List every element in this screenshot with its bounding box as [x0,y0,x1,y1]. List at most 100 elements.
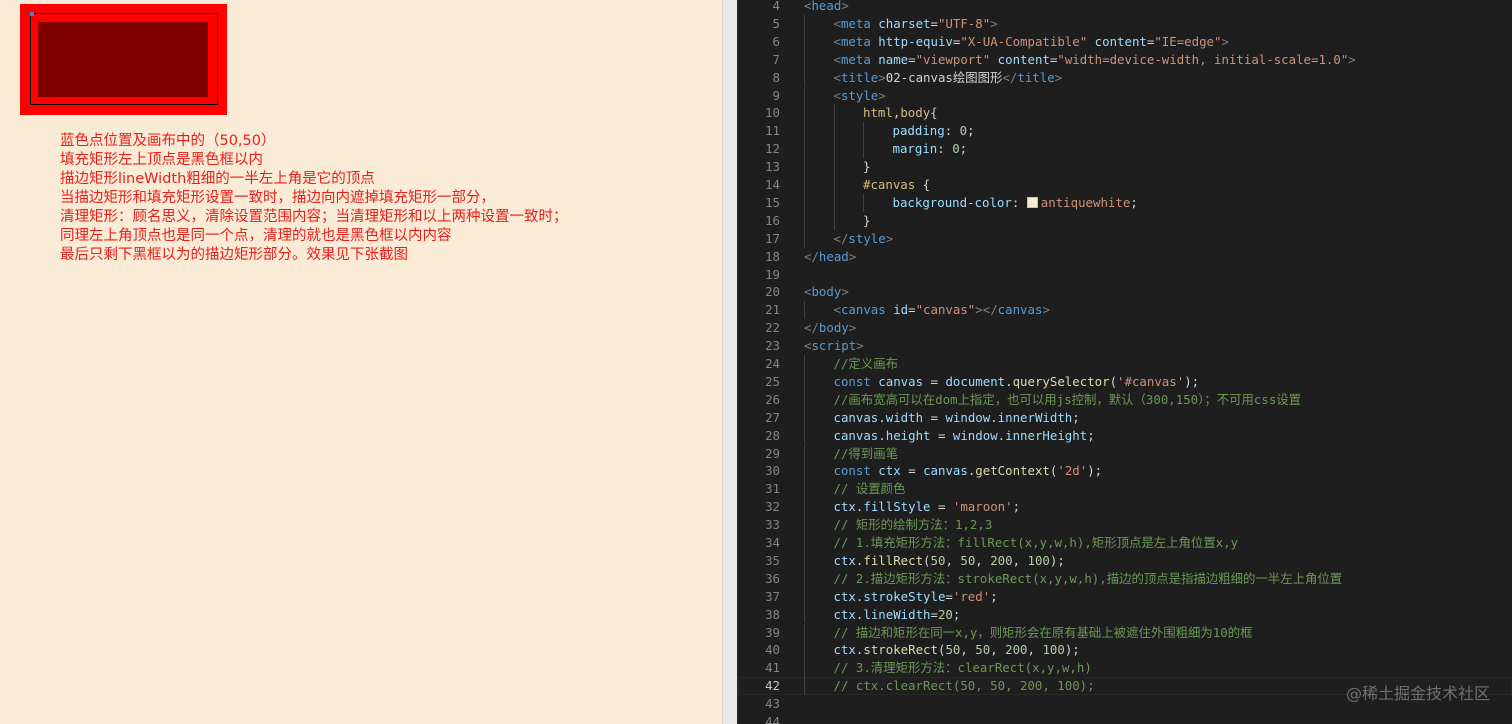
line-number: 7 [772,51,780,67]
indent-guide [804,193,805,212]
line-number: 40 [765,642,780,658]
code-line[interactable]: 6 <meta http-equiv="X-UA-Compatible" cont… [738,32,1512,51]
code-line[interactable]: 22 </body> [738,319,1512,337]
line-number: 42 [765,678,780,694]
note-line: 清理矩形：顾名思义，清除设置范围内容；当清理矩形和以上两种设置一致时； [60,209,568,225]
line-number: 44 [765,714,780,724]
code-line[interactable]: 37 ctx.strokeStyle='red'; [738,587,1512,606]
code-editor[interactable]: 4 <head> 5 <meta charset="UTF-8"> 6 <meta htt… [738,0,1512,724]
code-text: <title>02-canvas绘图图形</title> [833,69,1063,85]
indent-guide [804,426,805,445]
code-line[interactable]: 34 // 1.填充矩形方法：fillRect(x,y,w,h),矩形顶点是左上角… [738,534,1512,552]
indent-guide [804,498,805,517]
code-line[interactable]: 26 //画布宽高可以在dom上指定，也可以用js控制，默认（300,150）；不… [738,390,1512,409]
line-number: 6 [772,33,780,49]
line-number: 28 [765,427,780,443]
pane-splitter[interactable] [722,0,738,724]
line-number: 13 [765,159,780,175]
code-text: ctx.strokeRect(50, 50, 200, 100); [833,642,1080,658]
code-line[interactable]: 29 //得到画笔 [738,444,1512,463]
code-line[interactable]: 23 <script> [738,337,1512,355]
line-number: 17 [765,230,780,246]
code-text: background-color: antiquewhite; [892,194,1138,210]
code-line[interactable]: 40 ctx.strokeRect(50, 50, 200, 100); [738,641,1512,660]
note-line: 蓝色点位置及画布中的（50,50） [60,133,276,149]
code-line[interactable]: 8 <title>02-canvas绘图图形</title> [738,68,1512,87]
code-text: // 2.描边矩形方法：strokeRect(x,y,w,h),描边的顶点是指描… [833,570,1343,586]
code-line[interactable]: 4 <head> [738,0,1512,15]
code-text: margin: 0; [892,141,968,157]
code-line[interactable]: 39 // 描边和矩形在同一x,y，则矩形会在原有基础上被遮住外围粗细为10的框 [738,623,1512,642]
line-number: 20 [765,284,780,300]
browser-preview: 蓝色点位置及画布中的（50,50） 填充矩形左上顶点是黑色框以内 描边矩形lin… [0,0,722,724]
black-frame-marker [30,13,218,105]
indent-guide [804,480,805,499]
code-text: <head> [804,0,849,13]
indent-guide [863,193,864,212]
code-line[interactable]: 7 <meta name="viewport" content="width=de… [738,50,1512,69]
line-number: 11 [765,123,780,139]
code-line[interactable]: 13} [738,158,1512,176]
code-line[interactable]: 11 padding: 0; [738,122,1512,141]
code-line[interactable]: 5 <meta charset="UTF-8"> [738,14,1512,33]
code-line[interactable]: 15 background-color: antiquewhite; [738,193,1512,212]
code-text: <body> [804,284,849,300]
code-line[interactable]: 31 // 设置颜色 [738,480,1512,499]
code-text: // 1.填充矩形方法：fillRect(x,y,w,h),矩形顶点是左上角位置… [833,535,1239,550]
code-line[interactable]: 12 margin: 0; [738,140,1512,159]
line-number: 10 [765,105,780,121]
indent-guide [804,68,805,87]
indent-guide [804,516,805,534]
code-line[interactable]: 32 ctx.fillStyle = 'maroon'; [738,498,1512,517]
code-line[interactable]: 24 //定义画布 [738,355,1512,373]
indent-guide [833,193,835,212]
code-text: <meta http-equiv="X-UA-Compatible" conte… [833,33,1229,49]
code-line[interactable]: 20 <body> [738,283,1512,301]
code-line[interactable]: 16} [738,211,1512,230]
line-number: 16 [765,212,780,228]
code-line[interactable]: 35 ctx.fillRect(50, 50, 200, 100); [738,551,1512,570]
line-number: 4 [772,0,780,13]
indent-guide [863,122,864,141]
indent-guide [804,605,805,624]
code-line[interactable]: 10 html,body{ [738,104,1512,123]
line-number: 23 [765,338,780,354]
code-line[interactable]: 38 ctx.lineWidth=20; [738,605,1512,624]
code-text: canvas.width = window.innerWidth; [833,409,1080,425]
code-line[interactable]: 33 // 矩形的绘制方法：1,2,3 [738,516,1512,534]
code-line[interactable]: 30 const ctx = canvas.getContext('2d'); [738,462,1512,481]
indent-guide [833,140,835,159]
code-line[interactable]: 19 [738,266,1512,284]
indent-guide [804,104,805,123]
indent-guide [804,229,805,248]
indent-guide [804,534,805,552]
code-line[interactable]: 18 </head> [738,248,1512,266]
code-line[interactable]: 25 const canvas = document.querySelector(… [738,372,1512,391]
color-swatch-icon[interactable] [1026,196,1038,208]
code-text: ctx.fillStyle = 'maroon'; [833,499,1021,515]
indent-guide [804,122,805,141]
code-line[interactable]: 44 [738,713,1512,724]
code-line[interactable]: 41 // 3.清理矩形方法：clearRect(x,y,w,h) [738,659,1512,678]
line-number: 36 [765,570,780,586]
line-number: 8 [772,69,780,85]
code-line[interactable]: 36 // 2.描边矩形方法：strokeRect(x,y,w,h),描边的顶点是… [738,569,1512,588]
code-line[interactable]: 28 canvas.height = window.innerHeight; [738,426,1512,445]
code-line[interactable]: 17 </style> [738,229,1512,248]
code-text: } [863,159,871,175]
line-number: 19 [765,266,780,282]
note-line: 描边矩形lineWidth粗细的一半左上角是它的顶点 [60,171,375,187]
code-line[interactable]: 14 #canvas { [738,176,1512,194]
code-line[interactable]: 9 <style> [738,86,1512,105]
line-number: 27 [765,409,780,425]
indent-guide [804,390,805,409]
line-number: 9 [772,87,780,103]
note-line: 填充矩形左上顶点是黑色框以内 [60,152,263,168]
code-line[interactable]: 21 <canvas id="canvas"></canvas> [738,301,1512,320]
code-text: canvas.height = window.innerHeight; [833,427,1095,443]
code-line[interactable]: 27 canvas.width = window.innerWidth; [738,408,1512,427]
note-line: 最后只剩下黑框以为的描边矩形部分。效果见下张截图 [60,247,408,263]
indent-guide [804,408,805,427]
indent-guide [804,462,805,481]
line-number: 38 [765,606,780,622]
